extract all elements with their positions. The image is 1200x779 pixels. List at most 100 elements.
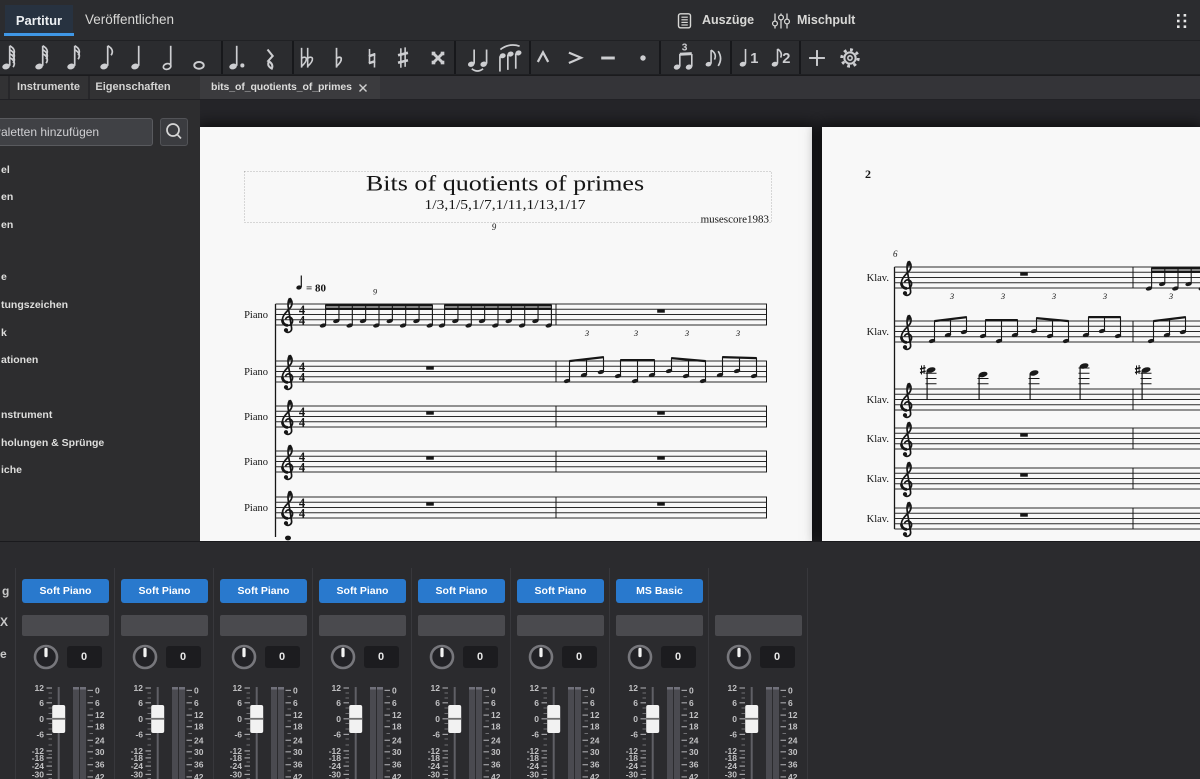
svg-text:30: 30 xyxy=(590,747,600,757)
svg-text:Klav.: Klav. xyxy=(867,395,889,406)
svg-text:2: 2 xyxy=(865,167,871,181)
svg-text:18: 18 xyxy=(788,722,798,732)
svg-text:24: 24 xyxy=(293,735,303,745)
svg-text:6: 6 xyxy=(138,698,143,708)
svg-text:12: 12 xyxy=(629,683,639,693)
svg-text:3: 3 xyxy=(1000,291,1005,301)
svg-text:42: 42 xyxy=(293,772,303,779)
svg-text:-30: -30 xyxy=(725,769,738,779)
svg-text:-30: -30 xyxy=(131,769,144,779)
svg-text:3: 3 xyxy=(949,291,954,301)
svg-text:-30: -30 xyxy=(626,769,639,779)
svg-text:Piano: Piano xyxy=(244,412,268,423)
svg-text:30: 30 xyxy=(689,747,699,757)
svg-text:0: 0 xyxy=(633,714,638,724)
svg-text:4: 4 xyxy=(299,314,306,328)
svg-text:Piano: Piano xyxy=(244,503,268,514)
svg-text:Piano: Piano xyxy=(244,457,268,468)
svg-text:30: 30 xyxy=(491,747,501,757)
svg-text:3: 3 xyxy=(682,43,688,54)
svg-text:0: 0 xyxy=(336,714,341,724)
svg-text:3: 3 xyxy=(633,328,638,338)
svg-text:-6: -6 xyxy=(729,729,737,739)
svg-text:6: 6 xyxy=(392,698,397,708)
svg-text:18: 18 xyxy=(590,722,600,732)
svg-text:12: 12 xyxy=(392,710,402,720)
svg-text:24: 24 xyxy=(590,735,600,745)
svg-text:36: 36 xyxy=(590,760,600,770)
svg-text:24: 24 xyxy=(491,735,501,745)
svg-text:Klav.: Klav. xyxy=(867,474,889,485)
svg-text:12: 12 xyxy=(233,683,243,693)
svg-text:0: 0 xyxy=(293,685,298,695)
svg-text:-30: -30 xyxy=(230,769,243,779)
svg-text:1: 1 xyxy=(750,51,758,67)
svg-text:30: 30 xyxy=(788,747,798,757)
svg-text:18: 18 xyxy=(392,722,402,732)
svg-text:12: 12 xyxy=(293,710,303,720)
svg-text:24: 24 xyxy=(392,735,402,745)
svg-text:Klav.: Klav. xyxy=(867,514,889,525)
svg-text:Bits of quotients of primes: Bits of quotients of primes xyxy=(366,171,644,196)
svg-text:musescore1983: musescore1983 xyxy=(701,214,770,226)
svg-text:12: 12 xyxy=(728,683,738,693)
svg-text:0: 0 xyxy=(138,714,143,724)
svg-text:42: 42 xyxy=(95,772,105,779)
svg-text:-6: -6 xyxy=(36,729,44,739)
svg-text:0: 0 xyxy=(39,714,44,724)
svg-text:36: 36 xyxy=(194,760,204,770)
svg-text:24: 24 xyxy=(788,735,798,745)
svg-text:30: 30 xyxy=(392,747,402,757)
svg-text:0: 0 xyxy=(590,685,595,695)
svg-text:6: 6 xyxy=(237,698,242,708)
svg-text:12: 12 xyxy=(134,683,144,693)
svg-text:12: 12 xyxy=(431,683,441,693)
svg-text:30: 30 xyxy=(293,747,303,757)
svg-text:6: 6 xyxy=(293,698,298,708)
svg-text:18: 18 xyxy=(293,722,303,732)
svg-text:0: 0 xyxy=(95,685,100,695)
svg-text:Klav.: Klav. xyxy=(867,273,889,284)
svg-text:12: 12 xyxy=(491,710,501,720)
svg-text:6: 6 xyxy=(336,698,341,708)
svg-text:6: 6 xyxy=(633,698,638,708)
svg-text:36: 36 xyxy=(491,760,501,770)
svg-text:42: 42 xyxy=(689,772,699,779)
svg-text:6: 6 xyxy=(732,698,737,708)
svg-text:3: 3 xyxy=(735,328,740,338)
svg-text:6: 6 xyxy=(788,698,793,708)
svg-text:42: 42 xyxy=(788,772,798,779)
svg-text:36: 36 xyxy=(392,760,402,770)
svg-text:12: 12 xyxy=(788,710,798,720)
svg-text:6: 6 xyxy=(95,698,100,708)
svg-text:6: 6 xyxy=(491,698,496,708)
svg-text:6: 6 xyxy=(435,698,440,708)
svg-text:3: 3 xyxy=(1168,291,1173,301)
svg-text:-6: -6 xyxy=(630,729,638,739)
svg-text:18: 18 xyxy=(491,722,501,732)
svg-text:12: 12 xyxy=(194,710,204,720)
svg-text:0: 0 xyxy=(491,685,496,695)
svg-text:0: 0 xyxy=(534,714,539,724)
svg-text:-30: -30 xyxy=(32,769,45,779)
svg-text:36: 36 xyxy=(293,760,303,770)
svg-text:0: 0 xyxy=(689,685,694,695)
svg-text:-6: -6 xyxy=(432,729,440,739)
svg-text:42: 42 xyxy=(392,772,402,779)
svg-text:6: 6 xyxy=(194,698,199,708)
svg-text:3: 3 xyxy=(584,328,589,338)
svg-text:3: 3 xyxy=(1102,291,1107,301)
svg-text:0: 0 xyxy=(435,714,440,724)
svg-text:18: 18 xyxy=(689,722,699,732)
svg-text:4: 4 xyxy=(299,461,306,475)
svg-text:-30: -30 xyxy=(527,769,540,779)
svg-text:12: 12 xyxy=(95,710,105,720)
svg-text:Piano: Piano xyxy=(244,310,268,321)
svg-text:24: 24 xyxy=(95,735,105,745)
svg-text:18: 18 xyxy=(194,722,204,732)
svg-text:36: 36 xyxy=(689,760,699,770)
svg-text:0: 0 xyxy=(732,714,737,724)
svg-text:0: 0 xyxy=(788,685,793,695)
svg-text:24: 24 xyxy=(689,735,699,745)
svg-text:6: 6 xyxy=(534,698,539,708)
